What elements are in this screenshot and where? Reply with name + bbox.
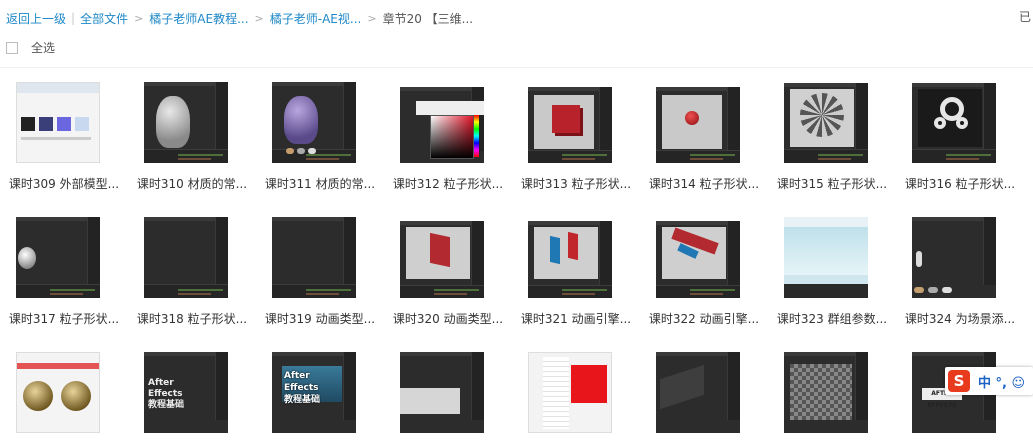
breadcrumb: 返回上一级 | 全部文件 > 橘子老师AE教程... > 橘子老师-AE视...… (6, 9, 473, 27)
video-thumbnail[interactable] (784, 83, 868, 163)
file-name[interactable]: 课时311 材质的常... (256, 175, 384, 192)
video-thumbnail[interactable] (400, 352, 484, 433)
file-name[interactable]: 课时310 材质的常... (128, 175, 256, 192)
file-name[interactable]: 课时320 动画类型... (384, 310, 512, 327)
video-thumbnail[interactable] (784, 352, 868, 433)
video-thumbnail[interactable] (144, 82, 228, 163)
chevron-right-icon: > (134, 11, 144, 25)
thumb-subtitle: 教程基础 (148, 400, 185, 410)
all-files-link[interactable]: 全部文件 (80, 10, 128, 27)
divider: | (71, 11, 76, 25)
file-name[interactable]: 课时323 群组参数... (768, 310, 896, 327)
chevron-right-icon: > (254, 11, 264, 25)
video-thumbnail[interactable] (144, 217, 228, 298)
video-thumbnail[interactable] (656, 221, 740, 298)
file-name[interactable]: 课时324 为场景添... (896, 310, 1024, 327)
video-thumbnail[interactable] (528, 352, 612, 433)
video-thumbnail[interactable] (528, 87, 612, 163)
file-name[interactable]: 课时309 外部模型... (0, 175, 128, 192)
back-link[interactable]: 返回上一级 (6, 10, 66, 27)
file-name[interactable]: 课时319 动画类型... (256, 310, 384, 327)
select-all-checkbox[interactable] (6, 41, 18, 54)
thumb-title: After Effects (284, 371, 319, 393)
file-name[interactable]: 课时317 粒子形状... (0, 310, 128, 327)
file-name[interactable]: 课时318 粒子形状... (128, 310, 256, 327)
video-thumbnail[interactable] (656, 352, 740, 433)
file-name[interactable]: 课时315 粒子形状... (768, 175, 896, 192)
video-thumbnail[interactable] (272, 217, 356, 298)
video-thumbnail[interactable] (528, 221, 612, 298)
thumb-subtitle: 教程基础 (284, 395, 321, 405)
file-name[interactable]: 课时316 粒子形状... (896, 175, 1024, 192)
breadcrumb-level1[interactable]: 橘子老师AE教程... (149, 10, 248, 27)
video-thumbnail[interactable] (272, 82, 356, 163)
file-name[interactable]: 课时321 动画引擎... (512, 310, 640, 327)
video-thumbnail[interactable] (400, 87, 484, 163)
video-thumbnail[interactable] (912, 217, 996, 298)
file-name[interactable]: 课时313 粒子形状... (512, 175, 640, 192)
select-all-label: 全选 (31, 41, 56, 55)
right-edge-label: 已 (1018, 10, 1031, 24)
breadcrumb-current: 章节20 【三维... (382, 11, 474, 26)
input-method-toolbar[interactable]: S 中 °, ☺ (945, 367, 1033, 395)
thumb-title: After Effects (148, 378, 183, 399)
video-thumbnail[interactable]: After Effects 教程基础 (144, 352, 228, 433)
video-thumbnail[interactable] (656, 87, 740, 163)
video-thumbnail[interactable] (16, 352, 100, 433)
divider (0, 67, 1033, 68)
video-thumbnail[interactable] (16, 217, 100, 298)
file-name[interactable]: 课时314 粒子形状... (640, 175, 768, 192)
sogou-logo-icon[interactable]: S (948, 370, 970, 392)
ime-mode-label[interactable]: 中 °, ☺ (978, 372, 1025, 391)
video-thumbnail[interactable] (912, 83, 996, 163)
chevron-right-icon: > (367, 11, 377, 25)
file-name[interactable]: 课时322 动画引擎... (640, 310, 768, 327)
breadcrumb-level2[interactable]: 橘子老师-AE视... (270, 10, 362, 27)
file-name[interactable]: 课时312 粒子形状... (384, 175, 512, 192)
video-thumbnail[interactable] (784, 217, 868, 298)
video-thumbnail[interactable]: After Effects 教程基础 (272, 352, 356, 433)
video-thumbnail[interactable] (16, 82, 100, 163)
video-thumbnail[interactable] (400, 221, 484, 298)
select-all[interactable]: 全选 (6, 39, 55, 56)
